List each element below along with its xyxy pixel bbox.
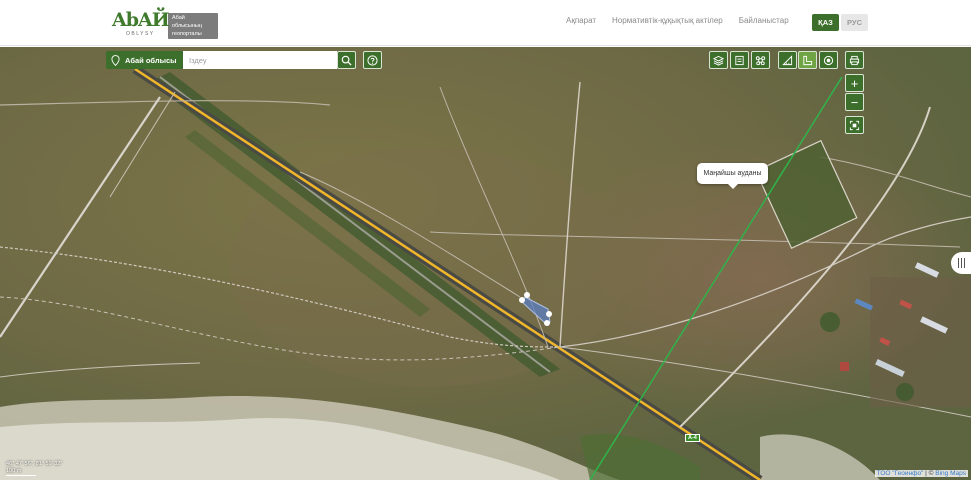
coordinate-readout: 46° 47' 56", 81° 59' 32" 100 m [6, 461, 62, 476]
search-icon [341, 55, 352, 66]
search-button[interactable] [337, 51, 356, 69]
attribution-geoinfo-link[interactable]: ТОО "Геоинфо" [877, 470, 924, 477]
coordinates-text: 46° 47' 56", 81° 59' 32" [6, 461, 63, 467]
main-nav: Ақпарат Нормативтік-құқықтық актілер Бай… [566, 16, 805, 25]
attribution-separator: | © [923, 470, 936, 477]
nav-link-legal-acts[interactable]: Нормативтік-құқықтық актілер [612, 16, 723, 25]
lang-kaz-button[interactable]: ҚАЗ [812, 14, 839, 31]
lang-rus-button[interactable]: РУС [841, 14, 868, 31]
logo-plate: Абай облысының геопорталы [168, 13, 218, 39]
locate-point-icon [823, 55, 834, 65]
basemap-button[interactable] [751, 51, 770, 69]
help-button[interactable] [363, 51, 382, 69]
scale-bar: 100 m [6, 468, 36, 476]
attribution-bing-link[interactable]: Bing Maps [935, 470, 966, 477]
site-header: AbAЙ OBLYSY Абай облысының геопорталы Ақ… [0, 0, 971, 46]
side-panel-toggle[interactable] [951, 252, 971, 274]
measure-distance-button[interactable] [778, 51, 797, 69]
measure-distance-icon [782, 54, 793, 65]
region-select-label: Абай облысы [125, 55, 177, 65]
measure-area-button[interactable] [798, 51, 817, 69]
handle-grip-icon [957, 258, 959, 268]
zoom-in-button[interactable]: + [845, 74, 864, 92]
legend-button[interactable] [730, 51, 749, 69]
logo-plate-line1: Абай облысының [172, 15, 202, 29]
measure-area-icon [803, 55, 813, 65]
zoom-out-button[interactable]: − [845, 93, 864, 111]
layers-button[interactable] [709, 51, 728, 69]
print-button[interactable] [845, 51, 864, 69]
logo-word: AbAЙ [112, 9, 170, 31]
logo-subtitle: OBLYSY [126, 31, 155, 37]
help-icon [367, 54, 378, 66]
nav-link-info[interactable]: Ақпарат [566, 16, 596, 25]
map-pin-icon [111, 54, 120, 66]
layers-icon [713, 55, 724, 66]
full-extent-icon [849, 120, 860, 130]
feature-popup: Маңайшы ауданы [697, 163, 768, 189]
legend-icon [735, 55, 744, 65]
satellite-imagery [0, 47, 971, 480]
language-switcher: ҚАЗ РУС [812, 14, 868, 31]
nav-link-contacts[interactable]: Байланыстар [739, 16, 789, 25]
map-attribution: ТОО "Геоинфо" | © Bing Maps [874, 470, 968, 477]
search-input[interactable] [183, 51, 337, 69]
full-extent-button[interactable] [845, 116, 864, 134]
region-select-button[interactable]: Абай облысы [106, 51, 183, 69]
logo-mark: AbAЙ OBLYSY [112, 9, 170, 38]
logo-plate-line2: геопорталы [172, 31, 202, 37]
locate-point-button[interactable] [819, 51, 838, 69]
site-logo[interactable]: AbAЙ OBLYSY Абай облысының геопорталы [112, 9, 218, 39]
printer-icon [849, 55, 860, 65]
basemap-icon [755, 55, 766, 65]
map-canvas[interactable] [0, 47, 971, 480]
road-label-a4: А-4 [685, 434, 700, 442]
